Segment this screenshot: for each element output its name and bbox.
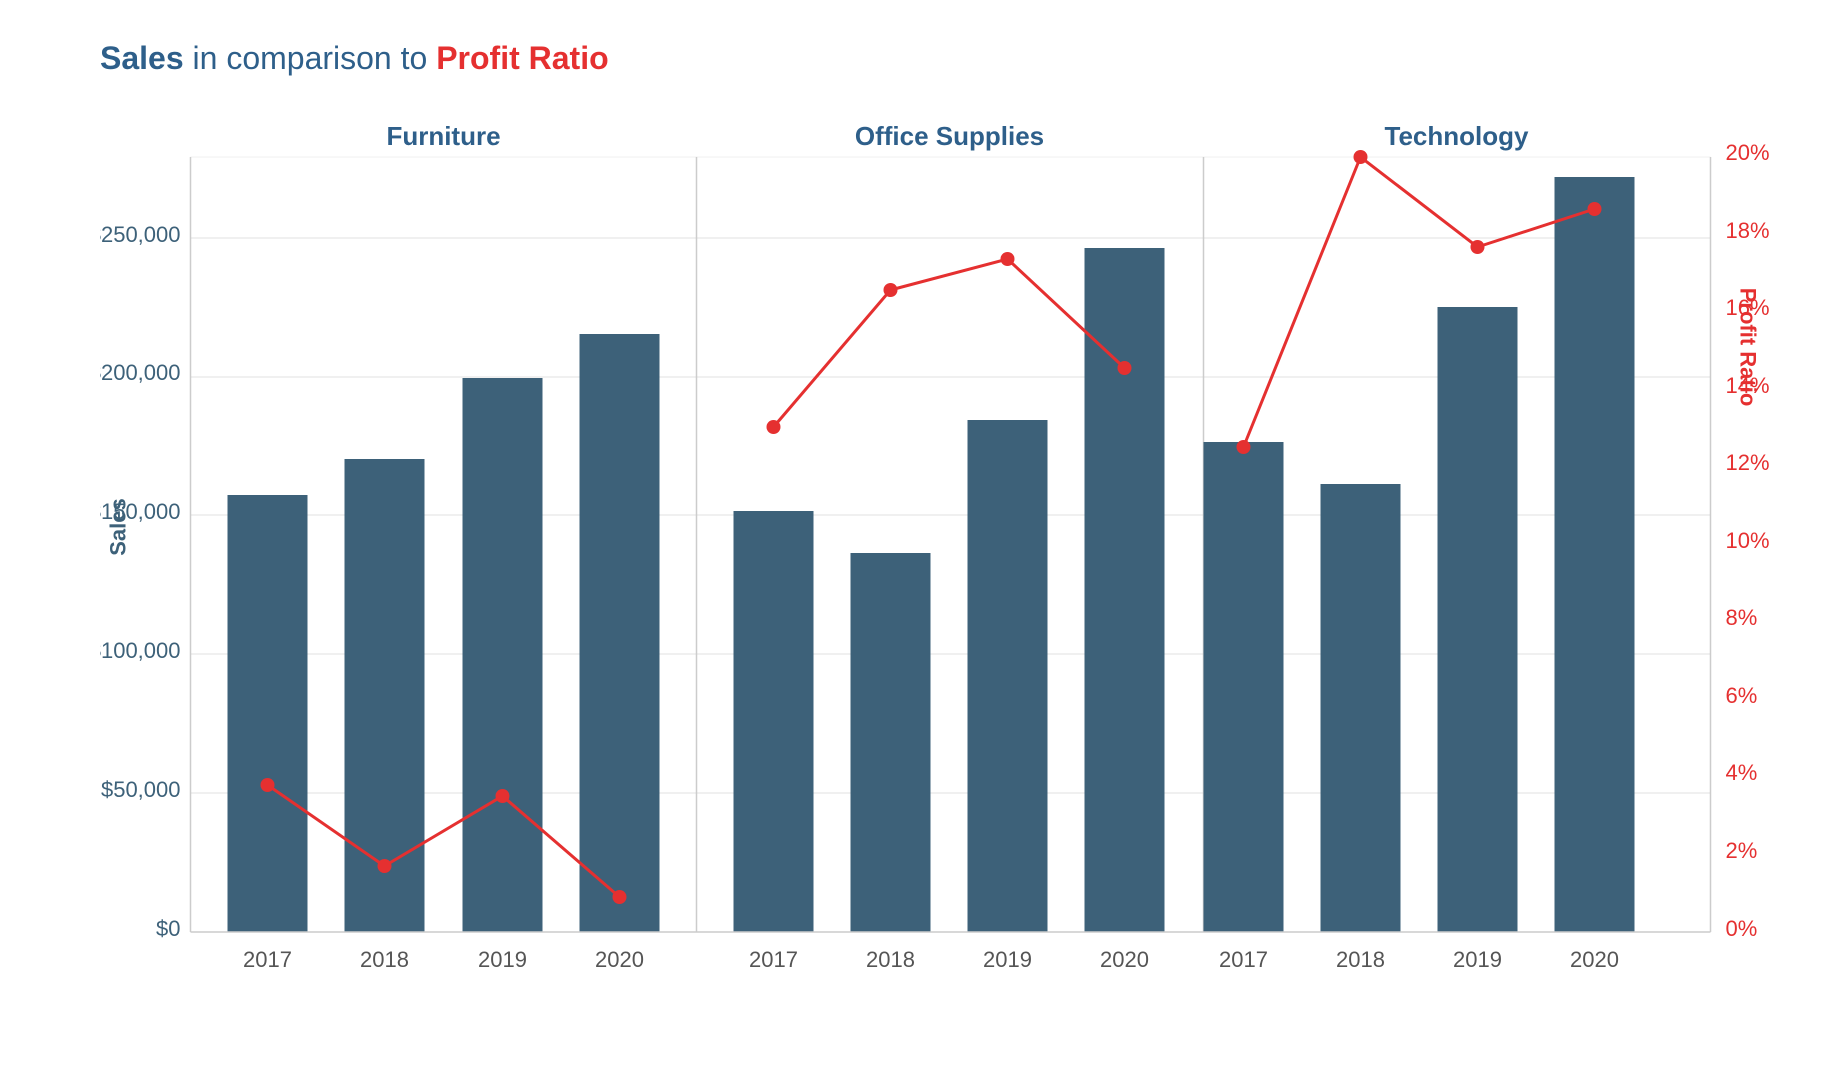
x-label-furniture-2019: 2019	[478, 947, 527, 972]
category-furniture: Furniture	[386, 121, 500, 151]
title-sales: Sales	[100, 40, 184, 76]
x-label-office-2019: 2019	[983, 947, 1032, 972]
line-furniture-profit	[268, 785, 620, 897]
x-label-tech-2018: 2018	[1336, 947, 1385, 972]
y-axis-sales-label: Sales	[106, 498, 131, 556]
x-label-office-2020: 2020	[1100, 947, 1149, 972]
bar-furniture-2020	[580, 334, 660, 932]
dot-tech-2019	[1471, 240, 1485, 254]
x-label-furniture-2018: 2018	[360, 947, 409, 972]
main-svg: $0 $50,000 $100,000 $150,000 $200,000 $2…	[100, 107, 1781, 987]
chart-area: $0 $50,000 $100,000 $150,000 $200,000 $2…	[100, 107, 1781, 987]
line-tech-profit	[1244, 157, 1595, 447]
right-y-20: 20%	[1726, 140, 1770, 165]
bar-office-2018	[851, 553, 931, 932]
right-y-2: 2%	[1726, 838, 1758, 863]
title-middle: in comparison to	[193, 40, 437, 76]
bar-tech-2018	[1321, 484, 1401, 932]
bar-tech-2019	[1438, 307, 1518, 932]
dot-tech-2020	[1588, 202, 1602, 216]
dot-office-2017	[767, 420, 781, 434]
x-label-tech-2020: 2020	[1570, 947, 1619, 972]
right-y-18: 18%	[1726, 218, 1770, 243]
dot-office-2020	[1118, 361, 1132, 375]
x-label-tech-2017: 2017	[1219, 947, 1268, 972]
x-label-tech-2019: 2019	[1453, 947, 1502, 972]
x-label-furniture-2020: 2020	[595, 947, 644, 972]
y-label-200k: $200,000	[100, 360, 181, 385]
y-label-50k: $50,000	[101, 777, 181, 802]
bar-furniture-2017	[228, 495, 308, 932]
chart-container: Sales in comparison to Profit Ratio $0	[0, 0, 1841, 1086]
line-office-profit	[774, 259, 1125, 427]
bar-office-2020	[1085, 248, 1165, 932]
bar-furniture-2019	[463, 378, 543, 932]
right-y-10: 10%	[1726, 528, 1770, 553]
y-label-100k: $100,000	[100, 638, 181, 663]
chart-title: Sales in comparison to Profit Ratio	[100, 40, 1781, 77]
dot-furniture-2020	[613, 890, 627, 904]
dot-tech-2017	[1237, 440, 1251, 454]
bar-tech-2020	[1555, 177, 1635, 932]
y-label-0: $0	[156, 916, 180, 941]
dot-office-2019	[1001, 252, 1015, 266]
right-y-6: 6%	[1726, 683, 1758, 708]
right-y-0: 0%	[1726, 916, 1758, 941]
bar-tech-2017	[1204, 442, 1284, 932]
title-profit-ratio: Profit Ratio	[436, 40, 608, 76]
dot-furniture-2019	[496, 789, 510, 803]
x-label-office-2018: 2018	[866, 947, 915, 972]
y-axis-profit-label: Profit Ratio	[1736, 288, 1761, 407]
bar-office-2019	[968, 420, 1048, 932]
right-y-4: 4%	[1726, 760, 1758, 785]
dot-office-2018	[884, 283, 898, 297]
x-label-furniture-2017: 2017	[243, 947, 292, 972]
bar-office-2017	[734, 511, 814, 932]
category-technology: Technology	[1385, 121, 1530, 151]
x-label-office-2017: 2017	[749, 947, 798, 972]
y-label-250k: $250,000	[100, 222, 181, 247]
right-y-12: 12%	[1726, 450, 1770, 475]
dot-furniture-2017	[261, 778, 275, 792]
dot-furniture-2018	[378, 859, 392, 873]
right-y-8: 8%	[1726, 605, 1758, 630]
category-office-supplies: Office Supplies	[855, 121, 1044, 151]
dot-tech-2018	[1354, 150, 1368, 164]
